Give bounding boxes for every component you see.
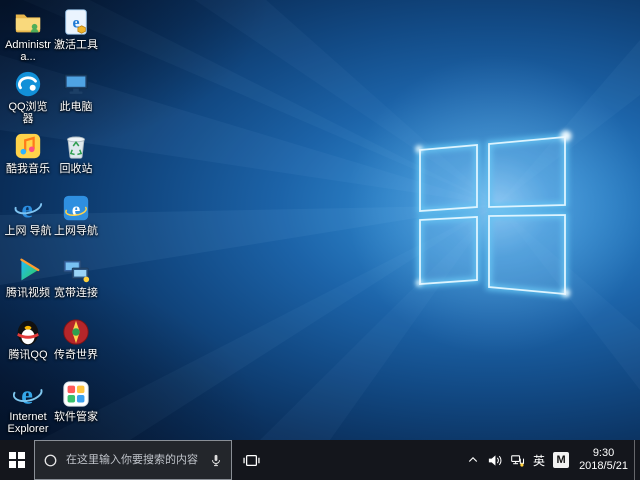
icon-label: Administra... [4, 39, 52, 63]
icon-label: 软件管家 [54, 411, 98, 423]
desktop-icon-web-navigation-tile[interactable]: e 上网导航 [52, 192, 100, 254]
svg-text:e: e [21, 380, 33, 409]
icon-label: Internet Explorer [4, 411, 52, 435]
icon-label: QQ浏览器 [4, 101, 52, 125]
desktop-icon-qq-browser[interactable]: QQ浏览器 [4, 68, 52, 130]
search-icon[interactable] [43, 453, 58, 468]
icon-label: 传奇世界 [54, 349, 98, 361]
activation-tool-icon: e [60, 6, 92, 38]
volume-button[interactable] [483, 440, 506, 480]
system-tray: 英 M 9:30 2018/5/21 [463, 440, 640, 480]
desktop-icon-kuwo-music[interactable]: 酷我音乐 [4, 130, 52, 192]
svg-text:e: e [72, 200, 80, 221]
desktop-icon-web-navigation[interactable]: e 上网 导航 [4, 192, 52, 254]
this-pc-icon [60, 68, 92, 100]
ime-mode-button[interactable]: M [549, 440, 573, 480]
taskbar: 英 M 9:30 2018/5/21 [0, 440, 640, 480]
chevron-up-icon [467, 454, 479, 466]
task-view-icon [243, 452, 260, 469]
recycle-bin-icon [60, 130, 92, 162]
desktop-icon-tencent-video[interactable]: 腾讯视频 [4, 254, 52, 316]
svg-text:e: e [21, 195, 32, 223]
kuwo-music-icon [12, 130, 44, 162]
icon-label: 激活工具 [54, 39, 98, 51]
legend-game-icon [60, 316, 92, 348]
desktop-icon-grid: Administra... e 激活工具 [4, 6, 100, 440]
desktop-icon-software-manager[interactable]: 软件管家 [52, 378, 100, 440]
desktop-icon-tencent-qq[interactable]: 腾讯QQ [4, 316, 52, 378]
icon-label: 上网 导航 [4, 225, 51, 237]
search-input[interactable] [64, 453, 203, 467]
start-button[interactable] [0, 440, 34, 480]
user-folder-icon [12, 6, 44, 38]
broadband-connection-icon [60, 254, 92, 286]
icon-label: 宽带连接 [54, 287, 98, 299]
desktop-icon-activation-tool[interactable]: e 激活工具 [52, 6, 100, 68]
desktop-icon-this-pc[interactable]: 此电脑 [52, 68, 100, 130]
windows-logo-icon [9, 452, 25, 468]
taskbar-search[interactable] [34, 440, 232, 480]
task-view-button[interactable] [232, 440, 270, 480]
network-icon [510, 453, 525, 468]
icon-label: 上网导航 [54, 225, 98, 237]
desktop-icon-legend-game[interactable]: 传奇世界 [52, 316, 100, 378]
web-navigation-icon: e [12, 192, 44, 224]
qq-browser-icon [12, 68, 44, 100]
icon-label: 酷我音乐 [6, 163, 50, 175]
internet-explorer-icon: e [12, 378, 44, 410]
web-navigation-tile-icon: e [60, 192, 92, 224]
software-manager-icon [60, 378, 92, 410]
desktop-icon-broadband-connection[interactable]: 宽带连接 [52, 254, 100, 316]
desktop-icon-internet-explorer[interactable]: e Internet Explorer [4, 378, 52, 440]
icon-label: 腾讯QQ [8, 349, 47, 361]
clock-date: 2018/5/21 [579, 460, 628, 473]
ime-language-indicator[interactable]: 英 [529, 440, 549, 480]
desktop[interactable]: Administra... e 激活工具 [0, 0, 640, 440]
ime-mode-badge: M [553, 452, 569, 468]
clock-time: 9:30 [593, 447, 614, 460]
taskbar-clock[interactable]: 9:30 2018/5/21 [573, 447, 634, 473]
network-button[interactable] [506, 440, 529, 480]
speaker-icon [487, 453, 502, 468]
icon-label: 回收站 [60, 163, 93, 175]
icon-label: 此电脑 [60, 101, 93, 113]
windows-desktop-screen: Administra... e 激活工具 [0, 0, 640, 480]
tencent-qq-icon [12, 316, 44, 348]
desktop-icon-recycle-bin[interactable]: 回收站 [52, 130, 100, 192]
tencent-video-icon [12, 254, 44, 286]
show-desktop-button[interactable] [634, 440, 640, 480]
show-hidden-icons-button[interactable] [463, 440, 483, 480]
desktop-icon-administrator[interactable]: Administra... [4, 6, 52, 68]
microphone-icon[interactable] [209, 453, 223, 468]
icon-label: 腾讯视频 [6, 287, 50, 299]
